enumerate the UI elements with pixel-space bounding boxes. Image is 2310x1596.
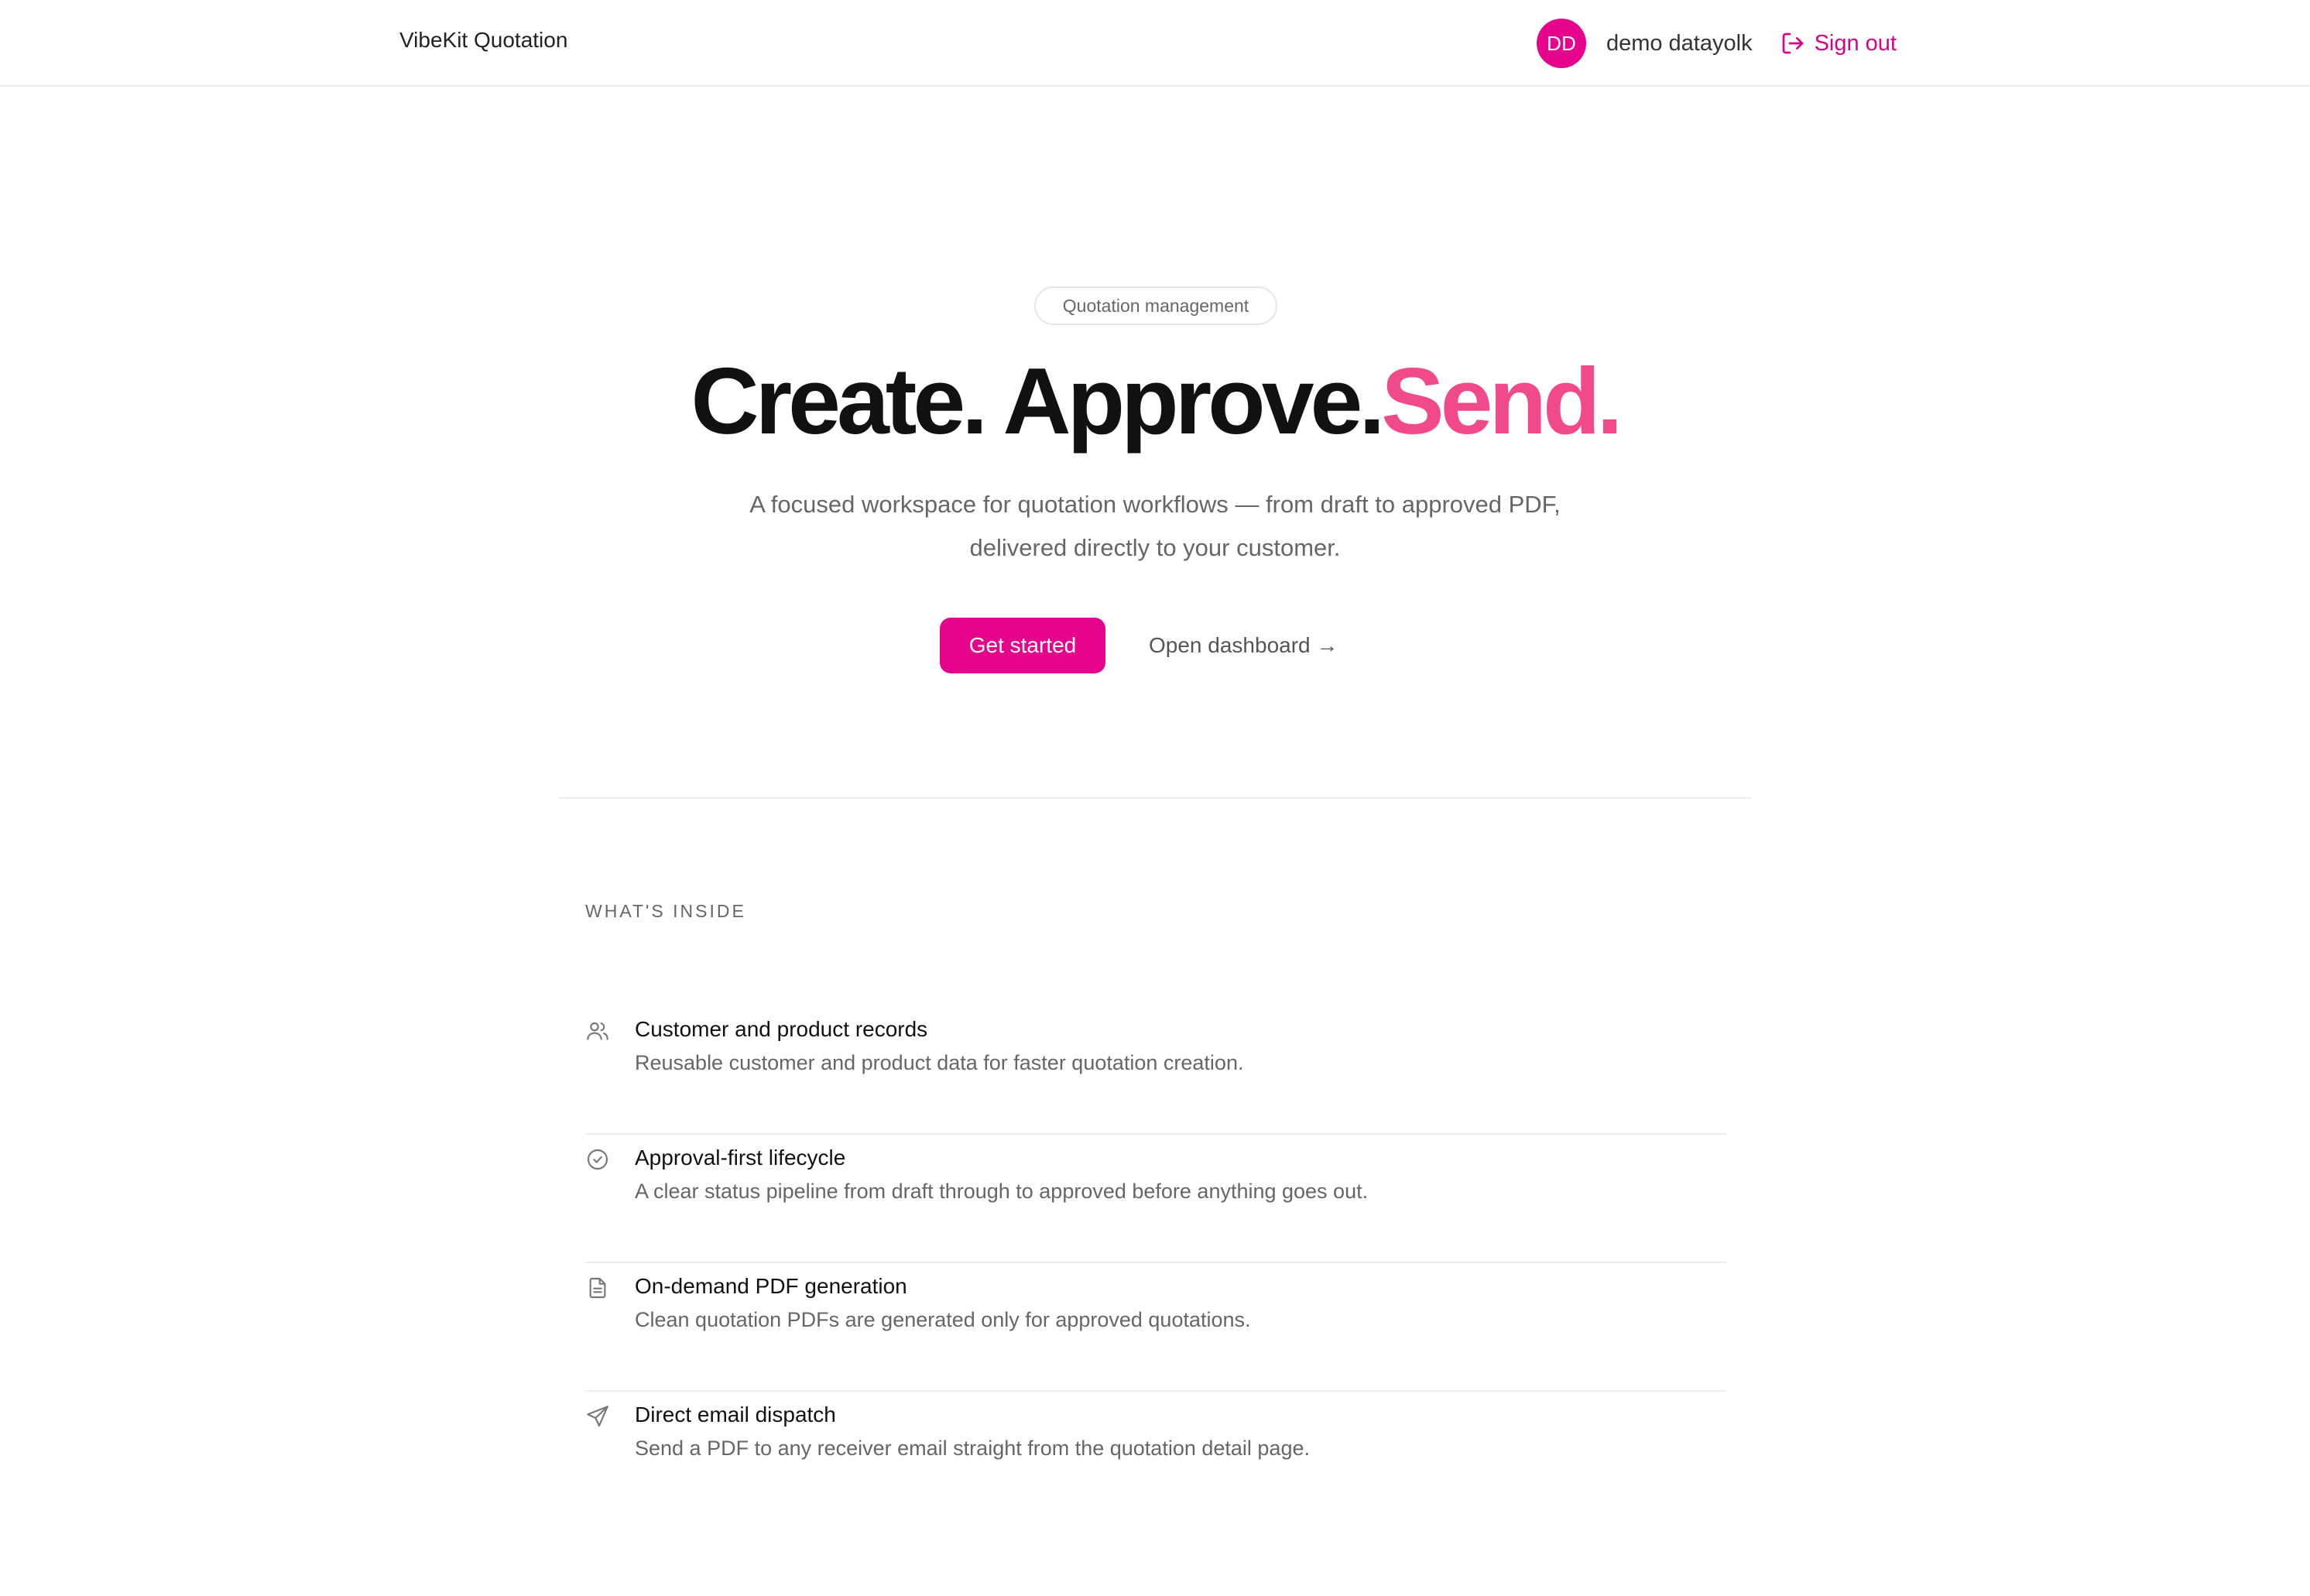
feature-title: Approval-first lifecycle [635, 1146, 846, 1170]
sign-out-button[interactable]: Sign out [1780, 31, 1897, 57]
feature-description: Reusable customer and product data for f… [635, 1051, 1244, 1074]
feature-description: Clean quotation PDFs are generated only … [635, 1308, 1251, 1331]
user-menu: DD demo datayolk Sign out [1536, 19, 1897, 68]
section-divider [559, 797, 1751, 799]
feature-title: Direct email dispatch [635, 1402, 836, 1426]
hero-badge: Quotation management [1034, 286, 1277, 325]
users-icon [585, 1019, 610, 1043]
section-label: WHAT'S INSIDE [585, 901, 746, 921]
feature-item: Direct email dispatch Send a PDF to any … [585, 1392, 1726, 1520]
feature-item: On-demand PDF generation Clean quotation… [585, 1263, 1726, 1392]
top-navbar: VibeKit Quotation DD demo datayolk Sign … [0, 0, 2310, 87]
hero-title: Create. Approve.Send. [0, 347, 2310, 455]
feature-item: Approval-first lifecycle A clear status … [585, 1135, 1726, 1263]
document-icon [585, 1276, 610, 1300]
hero-subtitle: A focused workspace for quotation workfl… [691, 483, 1619, 570]
send-icon [585, 1404, 610, 1429]
feature-item: Customer and product records Reusable cu… [585, 1006, 1726, 1135]
open-dashboard-link[interactable]: Open dashboard → [1149, 633, 1338, 658]
avatar[interactable]: DD [1536, 19, 1586, 68]
feature-title: On-demand PDF generation [635, 1274, 907, 1298]
brand-name[interactable]: VibeKit Quotation [399, 28, 567, 53]
username: demo datayolk [1606, 30, 1753, 56]
feature-description: A clear status pipeline from draft throu… [635, 1180, 1369, 1203]
sign-out-label: Sign out [1814, 30, 1897, 56]
hero-subtitle-line-2: delivered directly to your customer. [969, 534, 1341, 561]
hero-title-main: Create. Approve. [691, 348, 1386, 454]
feature-title: Customer and product records [635, 1017, 928, 1041]
hero-title-accent: Send. [1381, 348, 1623, 454]
feature-list: Customer and product records Reusable cu… [585, 1006, 1726, 1520]
check-circle-icon [585, 1147, 610, 1172]
sign-out-icon [1782, 33, 1803, 54]
cta-row: Get started Open dashboard → [940, 618, 1338, 673]
feature-description: Send a PDF to any receiver email straigh… [635, 1437, 1310, 1460]
get-started-button[interactable]: Get started [940, 618, 1105, 673]
hero-subtitle-line-1: A focused workspace for quotation workfl… [749, 491, 1561, 518]
